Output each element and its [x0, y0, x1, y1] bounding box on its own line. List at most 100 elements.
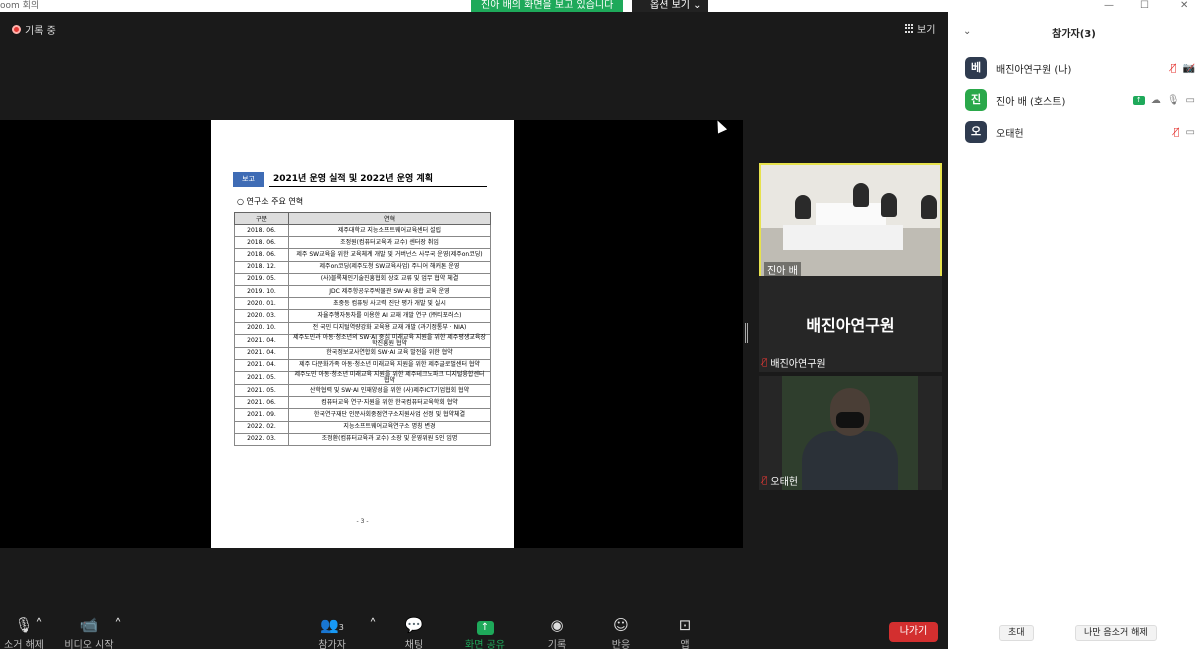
row-event: 컴퓨터교육 연구·지원을 위한 한국컴퓨터교육학회 협약 [288, 396, 491, 410]
row-event: 조정원(컴퓨터교육과 교수) 센터장 취임 [288, 236, 491, 250]
video-tile[interactable]: 🎙̸ 오태헌 [759, 376, 942, 490]
table-row: 2021. 04. 한국정보교사연합회 SW·AI 교육 발전을 위한 협약 [234, 346, 491, 360]
document-title: 2021년 운영 실적 및 2022년 운영 계획 [269, 172, 487, 187]
chat-button[interactable]: 💬 채팅 [396, 616, 432, 649]
table-row: 2018. 12. 제주on코딩(제주도청 SW교육사업) 주니어 해커톤 운영 [234, 260, 491, 274]
participants-panel: — ☐ ✕ ⌄ 참가자(3) 베 배진아연구원 (나) 🎙̸ 📷̸ 진 진아 배… [948, 0, 1200, 649]
section-heading: ○ 연구소 주요 연혁 [237, 197, 304, 206]
table-row: 2021. 05. 산학협력 및 SW·AI 인재양성을 위한 (사)제주ICT기… [234, 384, 491, 398]
avatar: 진 [965, 89, 987, 111]
apps-button[interactable]: ⊡ 앱 [668, 616, 702, 649]
row-event: 자율주행자동차를 이용한 AI 교재 개발 연구 (㈜티포러스) [288, 309, 491, 323]
record-dot-icon [12, 25, 21, 34]
panel-title: 참가자(3) [1052, 29, 1096, 40]
page-number: - 3 - [356, 518, 369, 525]
participant-row[interactable]: 진 진아 배 (호스트) ↑ ☁ 🎙 ▭ [965, 89, 1195, 111]
row-date: 2018. 06. [234, 236, 289, 250]
recording-indicator[interactable]: 기록 중 [12, 22, 56, 37]
recording-label: 기록 중 [25, 26, 56, 37]
row-event: 한국연구재단 인문사회중점연구소지원사업 선정 및 협약체결 [288, 408, 491, 422]
table-row: 2018. 06. 제주 SW교육을 위한 교육체계 개발 및 거버넌스 사무국 … [234, 248, 491, 262]
mic-muted-icon: 🎙̸ [1170, 62, 1177, 74]
table-row: 2020. 10. 전 국민 디지털역량강화 교육용 교재 개발 (과기정통부 ·… [234, 321, 491, 335]
table-row: 2021. 04. 제주도민과 아동·청소년의 SW·AI 중심 미래교육 지원을… [234, 333, 491, 348]
emoji-icon: ☺ [613, 616, 629, 634]
participants-label: 참가자 [318, 640, 346, 649]
person [881, 193, 897, 217]
person [795, 195, 811, 219]
mic-muted-icon: 🎙̸ [762, 357, 768, 368]
unmute-me-button[interactable]: 나만 음소거 해제 [1075, 625, 1157, 641]
resize-handle[interactable] [745, 323, 748, 343]
participant-row[interactable]: 베 배진아연구원 (나) 🎙̸ 📷̸ [965, 57, 1195, 79]
row-date: 2022. 02. [234, 420, 289, 434]
grid-icon [905, 24, 914, 33]
video-options-button[interactable]: ˄ [111, 616, 125, 636]
audio-options-button[interactable]: ˄ [32, 616, 46, 636]
shared-document: 보고 2021년 운영 실적 및 2022년 운영 계획 ○ 연구소 주요 연혁… [211, 120, 514, 548]
chat-label: 채팅 [404, 640, 424, 649]
table-row: 2020. 01. 초중등 컴퓨팅 사고력 진단 평가 개발 및 실시 [234, 297, 491, 311]
table-row: 2020. 03. 자율주행자동차를 이용한 AI 교재 개발 연구 (㈜티포러스… [234, 309, 491, 323]
row-event: 제주 다문화가족 아동·청소년 미래교육 지원을 위한 제주글로벌센터 협약 [288, 358, 491, 373]
minimize-button[interactable]: — [1104, 0, 1114, 11]
zoom-window: oom 회의 진아 배의 화면을 보고 있습니다 옵션 보기 ⌄ 기록 중 보기… [0, 0, 1200, 649]
row-date: 2018. 06. [234, 248, 289, 262]
row-date: 2021. 06. [234, 396, 289, 410]
row-event: 제주 SW교육을 위한 교육체계 개발 및 거버넌스 사무국 운영(제주on코딩… [288, 248, 491, 262]
table-row: 2018. 06. 제주대학교 지능소프트웨어교육센터 설립 [234, 223, 491, 238]
record-button[interactable]: ◉ 기록 [540, 616, 574, 649]
maximize-button[interactable]: ☐ [1140, 0, 1149, 11]
close-window-button[interactable]: ✕ [1180, 0, 1188, 11]
camera-icon: ▭ [1185, 94, 1195, 106]
row-date: 2019. 05. [234, 272, 289, 286]
mic-icon: 🎙 [1166, 94, 1180, 106]
row-date: 2018. 12. [234, 260, 289, 274]
camera-feed [782, 376, 918, 490]
reactions-button[interactable]: ☺ 반응 [604, 616, 638, 649]
participant-name-tag: 🎙̸ 배진아연구원 [762, 355, 826, 371]
table-row: 2019. 10. JDC 제주항공우주박물관 SW·AI 융합 교육 운영 [234, 284, 491, 299]
view-label: 보기 [917, 25, 936, 36]
video-tile[interactable]: 배진아연구원 🎙̸ 배진아연구원 [759, 276, 942, 372]
leave-button[interactable]: 나가기 [889, 622, 938, 642]
participant-row[interactable]: 오 오태헌 🎙̸ ▭ [965, 121, 1195, 143]
chat-icon: 💬 [404, 616, 424, 634]
unmute-label: 소거 해제 [4, 640, 44, 649]
row-event: 지능소프트웨어교육연구소 명칭 변경 [288, 420, 491, 434]
participant-name-label: 진아 배 [764, 262, 801, 277]
participant-name-tag: 🎙̸ 오태헌 [762, 473, 799, 489]
view-button[interactable]: 보기 [905, 21, 935, 36]
participants-button[interactable]: 👥3 참가자 [312, 616, 352, 649]
record-icon: ◉ [550, 616, 564, 634]
row-event: 제주도민과 아동·청소년의 SW·AI 중심 미래교육 지원을 위한 제주평생교… [288, 333, 491, 348]
table-row: 2021. 04. 제주 다문화가족 아동·청소년 미래교육 지원을 위한 제주글… [234, 358, 491, 373]
start-video-button[interactable]: 📹 비디오 시작 [60, 616, 118, 649]
share-screen-button[interactable]: ↑ 화면 공유 [460, 616, 510, 649]
column-header: 구분 [234, 212, 289, 225]
share-arrow-icon: ↑ [476, 621, 494, 635]
row-date: 2022. 03. [234, 432, 289, 447]
invite-button[interactable]: 초대 [999, 625, 1034, 641]
row-date: 2021. 04. [234, 346, 289, 360]
camera-off-icon: 📷̸ [1182, 62, 1195, 74]
table-row: 2021. 05. 제주도민 아동·청소년 미래교육 지원을 위한 제주테크노파크… [234, 371, 491, 386]
sharing-banner: 진아 배의 화면을 보고 있습니다 [471, 0, 624, 12]
reactions-label: 반응 [611, 640, 631, 649]
avatar: 베 [965, 57, 987, 79]
participants-options-button[interactable]: ˄ [366, 616, 380, 636]
participant-name-label: 오태헌 [770, 477, 799, 488]
view-options-button[interactable]: 옵션 보기 ⌄ [632, 0, 708, 12]
row-date: 2021. 04. [234, 333, 289, 348]
apps-icon: ⊡ [678, 616, 692, 634]
video-tile[interactable]: 진아 배 [759, 163, 942, 281]
record-label: 기록 [547, 640, 567, 649]
row-date: 2020. 10. [234, 321, 289, 335]
row-event: (사)블록체인기술진흥협회 상호 교류 및 업무 협약 체결 [288, 272, 491, 286]
row-date: 2021. 05. [234, 384, 289, 398]
row-date: 2021. 09. [234, 408, 289, 422]
table-row: 2022. 02. 지능소프트웨어교육연구소 명칭 변경 [234, 420, 491, 434]
share-screen-label: 화면 공유 [465, 640, 505, 649]
person [853, 183, 869, 207]
shared-screen[interactable]: 보고 2021년 운영 실적 및 2022년 운영 계획 ○ 연구소 주요 연혁… [0, 120, 743, 548]
